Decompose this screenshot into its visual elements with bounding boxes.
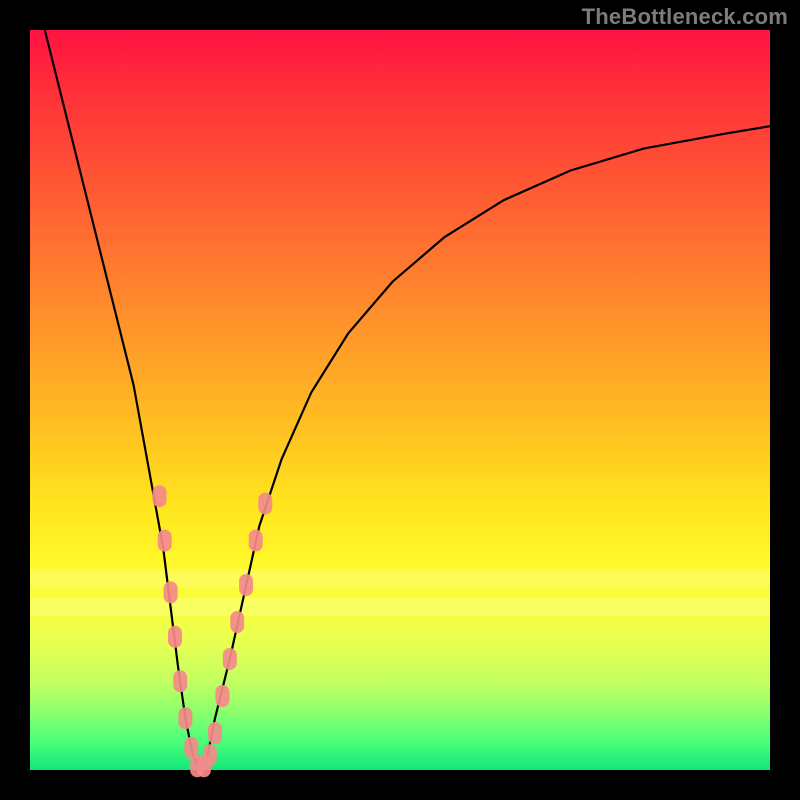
chart-frame: TheBottleneck.com (0, 0, 800, 800)
curve-marker (223, 648, 237, 670)
curve-marker (249, 530, 263, 552)
curve-marker (173, 670, 187, 692)
curve-marker (215, 685, 229, 707)
curve-marker (239, 574, 253, 596)
plot-area (30, 30, 770, 770)
curve-marker (178, 707, 192, 729)
curve-marker (203, 744, 217, 766)
bottleneck-curve (45, 30, 770, 770)
curve-marker (158, 530, 172, 552)
curve-marker (164, 581, 178, 603)
curve-marker (208, 722, 222, 744)
watermark-text: TheBottleneck.com (582, 4, 788, 30)
curve-markers (153, 485, 273, 777)
curve-marker (168, 626, 182, 648)
curve-marker (230, 611, 244, 633)
curve-marker (153, 485, 167, 507)
curve-marker (258, 493, 272, 515)
bottleneck-curve-svg (30, 30, 770, 770)
